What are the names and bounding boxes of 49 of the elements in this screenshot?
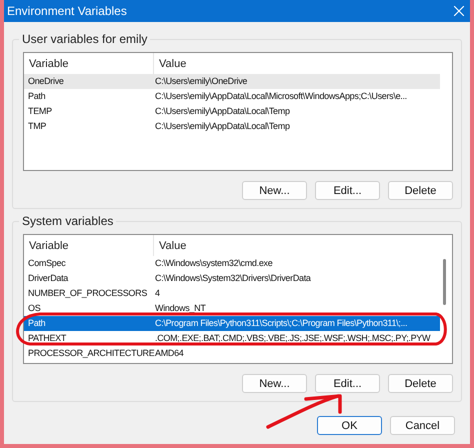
- variable-value: Windows_NT: [155, 303, 206, 314]
- dialog-button[interactable]: Edit...: [315, 181, 380, 200]
- variable-name: OS: [28, 303, 42, 314]
- list-row[interactable]: PATHEXT .COM;.EXE;.BAT;.CMD;.VBS;.VBE;.JS;.JSE;.WSF;.WSH;.MSC;.PY;.PYW: [24, 331, 440, 346]
- dialog-button[interactable]: Edit...: [315, 374, 380, 393]
- window-title: Environment Variables: [7, 4, 127, 18]
- variable-name: DriverData: [28, 273, 70, 284]
- variable-value: .COM;.EXE;.BAT;.CMD;.VBS;.VBE;.JS;.JSE;.WSF;.WSH;.MSC;.PY;.PYW: [155, 333, 430, 344]
- group-label: User variables for emily: [19, 32, 150, 46]
- variable-name: Path: [28, 318, 46, 329]
- variable-name: NUMBER_OF_PROCESSORS: [28, 288, 148, 299]
- variable-value: C:\Users\emily\OneDrive: [155, 76, 248, 87]
- dialog-button[interactable]: Delete: [388, 181, 453, 200]
- column-header[interactable]: Value: [154, 53, 186, 74]
- variable-value: 4: [155, 288, 160, 299]
- list-row[interactable]: Path C:\Program Files\Python311\Scripts\;C:\Program Files\Python311\;...: [24, 316, 440, 331]
- variable-value: C:\Windows\system32\cmd.exe: [155, 258, 272, 269]
- list-row[interactable]: OS Windows_NT: [24, 301, 440, 316]
- list-row[interactable]: ComSpec C:\Windows\system32\cmd.exe: [24, 256, 440, 271]
- column-header[interactable]: Variable: [24, 235, 154, 256]
- variable-name: TEMP: [28, 106, 53, 117]
- list-row[interactable]: OneDrive C:\Users\emily\OneDrive: [24, 74, 440, 89]
- variable-name: OneDrive: [28, 76, 65, 87]
- variable-name: PATHEXT: [28, 333, 68, 344]
- dialog-button[interactable]: New...: [242, 181, 307, 200]
- variable-value: AMD64: [155, 348, 184, 359]
- variable-value: C:\Users\emily\AppData\Local\Temp: [155, 106, 290, 117]
- dialog-button[interactable]: New...: [242, 374, 307, 393]
- variable-value: C:\Program Files\Python311\Scripts\;C:\Program Files\Python311\;...: [155, 318, 408, 329]
- list-row[interactable]: TMP C:\Users\emily\AppData\Local\Temp: [24, 119, 440, 134]
- cancel-button[interactable]: Cancel: [390, 416, 455, 435]
- variable-value: C:\Windows\System32\Drivers\DriverData: [155, 273, 311, 284]
- column-header[interactable]: Value: [154, 235, 186, 256]
- ok-button[interactable]: OK: [317, 416, 382, 435]
- close-icon[interactable]: [454, 6, 464, 16]
- variable-value: C:\Users\emily\AppData\Local\Microsoft\WindowsApps;C:\Users\e...: [155, 91, 407, 102]
- variable-name: PROCESSOR_ARCHITECTURE: [28, 348, 155, 359]
- variable-value: C:\Users\emily\AppData\Local\Temp: [155, 121, 290, 132]
- list-row[interactable]: PROCESSOR_ARCHITECTUREAMD64: [24, 346, 440, 361]
- group-label: System variables: [19, 214, 116, 228]
- variable-name: Path: [28, 91, 46, 102]
- list-row[interactable]: DriverData C:\Windows\System32\Drivers\DriverData: [24, 271, 440, 286]
- dialog-button[interactable]: Delete: [388, 374, 453, 393]
- variable-name: TMP: [28, 121, 48, 132]
- list-row[interactable]: Path C:\Users\emily\AppData\Local\Microsoft\WindowsApps;C:\Users\e...: [24, 89, 440, 104]
- scrollbar[interactable]: [443, 259, 446, 305]
- list-row[interactable]: TEMP C:\Users\emily\AppData\Local\Temp: [24, 104, 440, 119]
- list-row[interactable]: NUMBER_OF_PROCESSORS 4: [24, 286, 440, 301]
- variable-name: ComSpec: [28, 258, 66, 269]
